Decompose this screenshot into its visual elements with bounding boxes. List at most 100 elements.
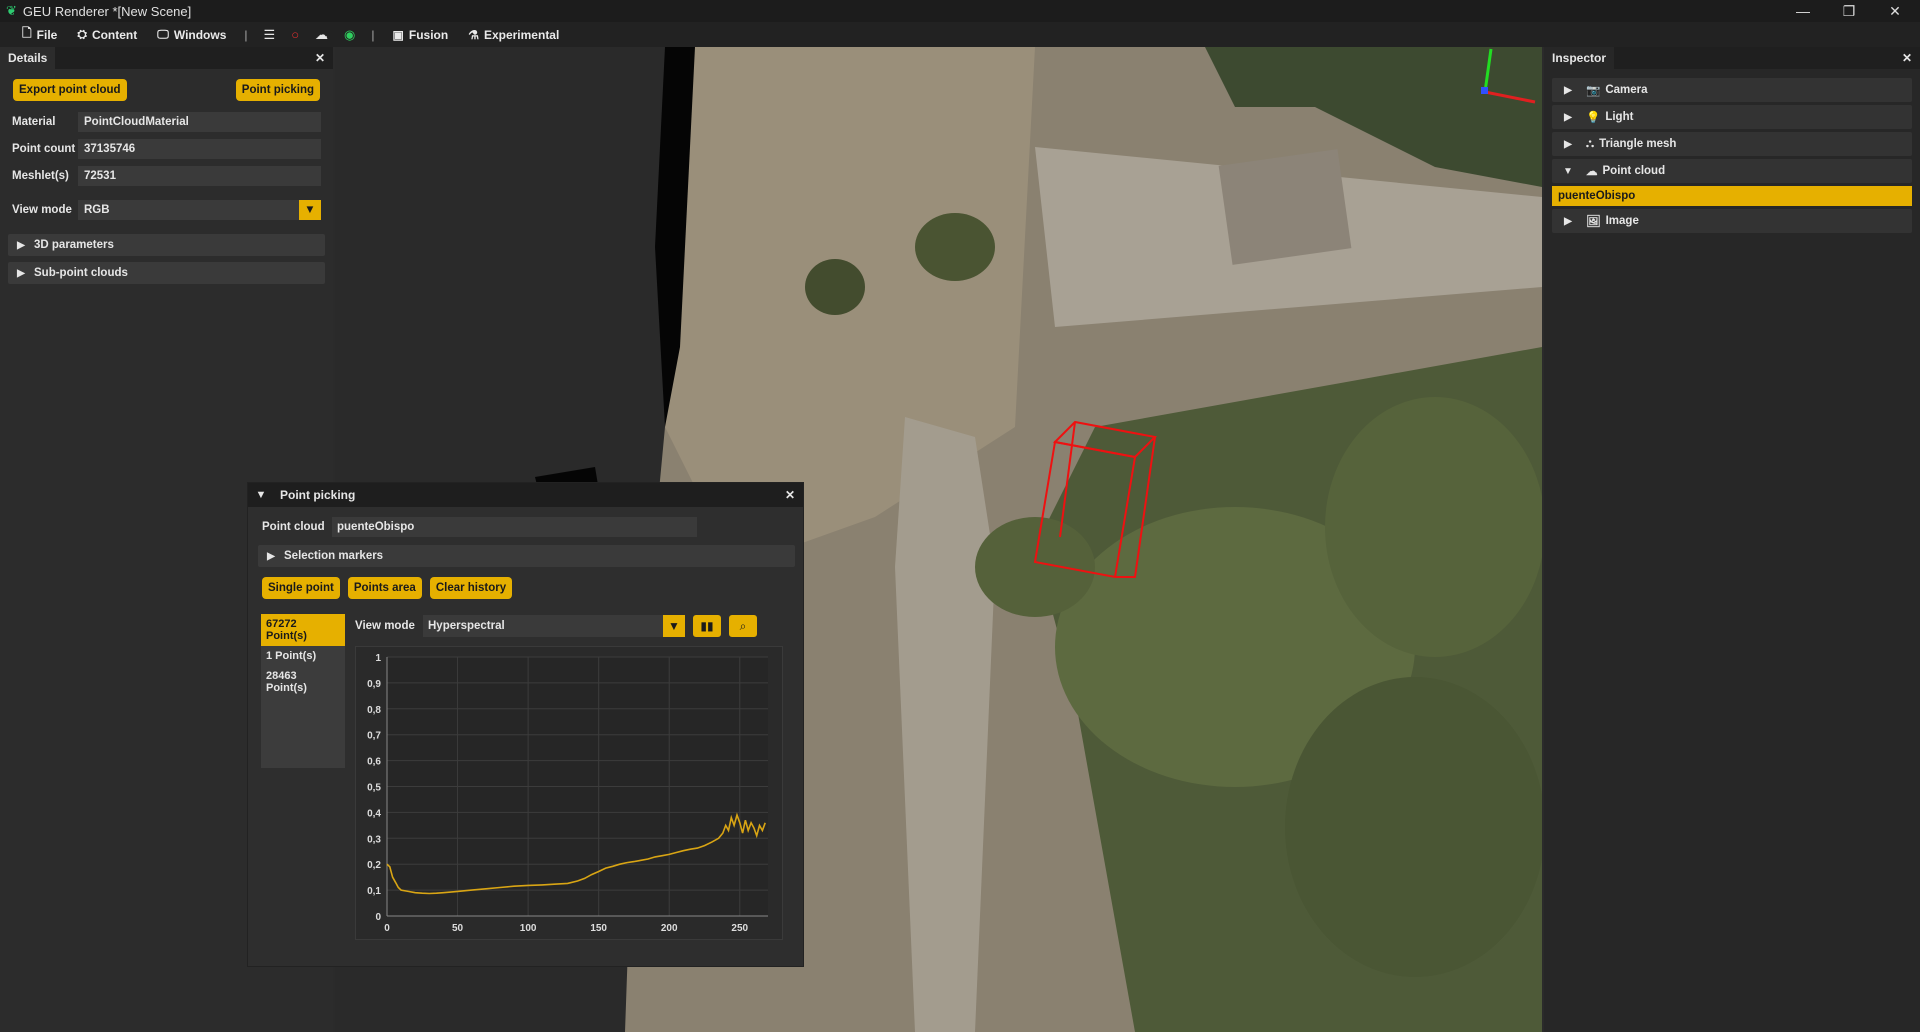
chevron-down-icon[interactable]: ▼: [663, 615, 685, 637]
inspector-item-image[interactable]: ▶ 🖼 Image: [1552, 209, 1912, 233]
inspector-header: Inspector ✕: [1544, 47, 1920, 69]
y-tick-label: 0,3: [367, 834, 381, 845]
details-header: Details ✕: [0, 47, 333, 69]
view-mode-value: RGB: [84, 204, 110, 216]
inspector-item-triangle-mesh[interactable]: ▶ ⛬ Triangle mesh: [1552, 132, 1912, 156]
menu-file-label: File: [36, 27, 58, 42]
history-list: 67272 Point(s) 1 Point(s) 28463 Point(s): [261, 614, 345, 768]
close-window-icon[interactable]: ✕: [1872, 0, 1918, 22]
picking-toolbar: Single point Points area Clear history: [248, 573, 803, 603]
inspector-item-label: Image: [1605, 215, 1639, 227]
view-mode-row: View mode Hyperspectral ▼ ▮▮ ⌕: [355, 615, 785, 637]
collapse-arrow-icon: ▼: [1563, 165, 1573, 177]
inspector-item-label: Point cloud: [1602, 165, 1666, 177]
section-3d-parameters[interactable]: ▶ 3D parameters: [8, 234, 325, 256]
expand-arrow-icon: ▶: [17, 239, 25, 251]
points-area-button[interactable]: Points area: [347, 577, 422, 599]
section-sub-point-clouds[interactable]: ▶ Sub-point clouds: [8, 262, 325, 284]
menu-windows-label: Windows: [173, 27, 227, 42]
image-icon: ▣: [392, 27, 404, 42]
window-title: GEU Renderer *[New Scene]: [22, 3, 192, 19]
meshlets-row: Meshlet(s) 72531: [0, 164, 333, 188]
x-tick-label: 100: [520, 923, 537, 934]
spectrum-chart[interactable]: 0 0,1 0,2 0,3 0,4 0,5 0,6 0,7 0,8 0,9 1 0 50 100 150 20…: [355, 646, 783, 940]
menu-content[interactable]: ⛭ Content: [67, 27, 147, 42]
minimize-icon[interactable]: —: [1780, 0, 1826, 22]
bar-chart-icon[interactable]: ▮▮: [693, 615, 721, 637]
chevron-down-icon[interactable]: ▼: [299, 200, 321, 220]
y-tick-label: 0,4: [367, 808, 381, 819]
point-count-label: Point count: [12, 143, 76, 155]
material-field[interactable]: PointCloudMaterial: [78, 112, 321, 132]
image-icon: 🖼: [1586, 216, 1601, 228]
section-label: Sub-point clouds: [34, 267, 128, 279]
view-mode-select[interactable]: RGB ▼: [78, 200, 321, 220]
export-point-cloud-button[interactable]: Export point cloud: [13, 79, 127, 101]
y-tick-label: 0,6: [367, 757, 381, 768]
menu-experimental[interactable]: ⚗ Experimental: [458, 28, 569, 42]
inspector-item-label: Triangle mesh: [1599, 138, 1677, 150]
y-tick-label: 0,1: [367, 886, 381, 897]
point-count-row: Point count 37135746: [0, 137, 333, 161]
menu-experimental-label: Experimental: [483, 27, 560, 42]
status-icon[interactable]: ◉: [336, 27, 363, 43]
y-tick-label: 0,5: [367, 783, 381, 794]
details-tab[interactable]: Details: [0, 47, 56, 69]
history-item[interactable]: 1 Point(s): [261, 646, 345, 666]
content-icon: ⛭: [77, 27, 87, 41]
x-tick-label: 250: [731, 923, 748, 934]
point-picking-button[interactable]: Point picking: [235, 79, 320, 101]
close-point-picking-icon[interactable]: ✕: [785, 488, 795, 502]
menu-separator: |: [244, 27, 248, 42]
y-tick-label: 0,9: [367, 679, 381, 690]
close-details-icon[interactable]: ✕: [315, 51, 325, 65]
app-logo-icon: ❦: [6, 3, 17, 18]
inspector-item-point-cloud[interactable]: ▼ ☁ Point cloud: [1552, 159, 1912, 183]
collapse-arrow-icon[interactable]: ▼: [248, 489, 274, 501]
inspector-item-label: Camera: [1605, 84, 1648, 96]
expand-arrow-icon: ▶: [267, 550, 275, 562]
inspector-item-pointcloud-selected[interactable]: puenteObispo: [1552, 186, 1912, 206]
view-mode-label: View mode: [12, 204, 72, 216]
meshlets-field: 72531: [78, 166, 321, 186]
inspector-item-light[interactable]: ▶ 💡 Light: [1552, 105, 1912, 129]
camera-icon: 📷: [1586, 85, 1601, 97]
y-tick-label: 0,8: [367, 705, 381, 716]
inspector-item-label: Light: [1605, 111, 1634, 123]
history-item[interactable]: 28463 Point(s): [261, 666, 345, 698]
expand-arrow-icon: ▶: [17, 267, 25, 279]
x-tick-label: 50: [452, 923, 464, 934]
menu-windows[interactable]: 🖵 Windows: [147, 27, 236, 42]
single-point-button[interactable]: Single point: [262, 577, 340, 599]
menu-file[interactable]: 🗋 File: [12, 24, 67, 45]
point-cloud-field[interactable]: puenteObispo: [332, 517, 697, 537]
clear-history-button[interactable]: Clear history: [429, 577, 513, 599]
x-tick-label: 150: [590, 923, 607, 934]
cloud-upload-icon[interactable]: ☁: [307, 27, 336, 43]
close-inspector-icon[interactable]: ✕: [1902, 51, 1912, 65]
y-tick-label: 0,2: [367, 860, 381, 871]
zoom-icon[interactable]: ⌕: [729, 615, 757, 637]
point-cloud-label: Point cloud: [262, 521, 325, 533]
material-row: Material PointCloudMaterial: [0, 110, 333, 134]
material-label: Material: [12, 116, 56, 128]
menu-fusion[interactable]: ▣ Fusion: [383, 28, 459, 42]
view-mode-value: Hyperspectral: [428, 620, 505, 632]
inspector-tab[interactable]: Inspector: [1544, 47, 1615, 69]
point-cloud-row: Point cloud puenteObispo: [248, 515, 803, 539]
database-icon[interactable]: ☰: [256, 27, 284, 43]
spectrum-chart-svg[interactable]: 0 0,1 0,2 0,3 0,4 0,5 0,6 0,7 0,8 0,9 1 0 50 100 150 20…: [356, 647, 782, 939]
expand-arrow-icon: ▶: [1564, 215, 1572, 227]
restore-icon[interactable]: ❐: [1826, 0, 1872, 22]
inspector-panel: Inspector ✕ ▶ 📷 Camera ▶ 💡 Light ▶ ⛬ Tri…: [1544, 47, 1920, 1032]
history-item-selected[interactable]: 67272 Point(s): [261, 614, 345, 646]
view-mode-select[interactable]: Hyperspectral ▼: [423, 615, 685, 637]
inspector-item-camera[interactable]: ▶ 📷 Camera: [1552, 78, 1912, 102]
mesh-icon: ⛬: [1586, 137, 1595, 150]
point-picking-header[interactable]: ▼ Point picking ✕: [248, 483, 803, 507]
point-picking-title: Point picking: [280, 488, 356, 502]
record-icon[interactable]: ○: [283, 27, 307, 42]
selection-markers-section[interactable]: ▶ Selection markers: [258, 545, 795, 567]
point-picking-window: ▼ Point picking ✕ Point cloud puenteObis…: [247, 482, 804, 967]
expand-arrow-icon: ▶: [1564, 138, 1572, 150]
